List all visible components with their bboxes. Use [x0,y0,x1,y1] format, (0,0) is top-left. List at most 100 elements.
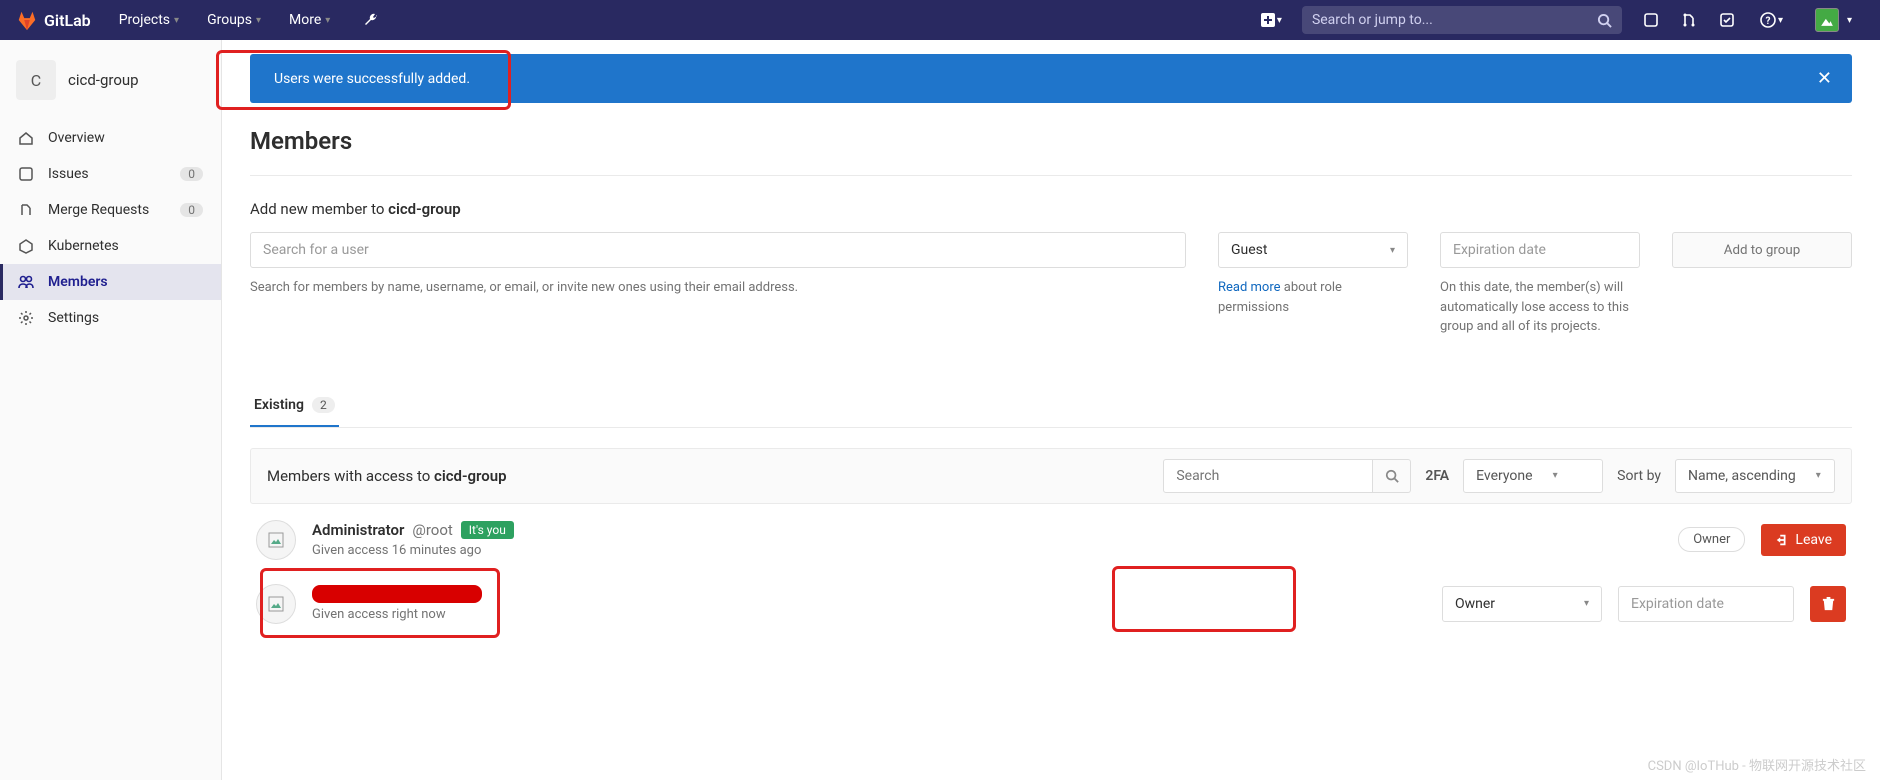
member-search-button[interactable] [1373,459,1411,493]
user-help-text: Search for members by name, username, or… [250,278,1186,298]
issues-icon [18,166,34,182]
sidebar-item-label: Settings [48,310,99,326]
wrench-icon[interactable] [354,0,388,40]
watermark: CSDN @IoTHub - 物联网开源技术社区 [1648,755,1866,774]
gitlab-logo[interactable]: GitLab [16,9,91,31]
twofa-select[interactable]: Everyone ▾ [1463,459,1603,493]
nav-groups[interactable]: Groups▾ [195,0,273,40]
member-search-input[interactable] [1163,459,1373,493]
search-input[interactable] [1312,12,1597,28]
role-select[interactable]: Guest ▾ [1218,232,1408,268]
leave-button[interactable]: Leave [1761,524,1846,556]
todos-icon[interactable] [1710,0,1744,40]
read-more-link[interactable]: Read more [1218,280,1281,295]
redacted-name [312,585,482,603]
trash-icon [1821,596,1836,611]
role-help-text: Read more about role permissions [1218,278,1408,317]
sidebar-item-label: Kubernetes [48,238,119,254]
filter-row: Members with access to cicd-group 2FA Ev… [250,448,1852,504]
help-icon: ? [1760,12,1776,28]
help-dropdown[interactable]: ? ▾ [1748,0,1795,40]
its-you-badge: It's you [461,521,514,539]
navbar-right: ▾ ? ▾ ▾ [1253,0,1864,40]
member-search [1163,459,1411,493]
leave-icon [1775,533,1789,547]
group-name: cicd-group [68,71,139,89]
member-avatar [256,520,296,560]
sortby-label: Sort by [1617,468,1661,484]
chevron-down-icon: ▾ [1584,598,1589,609]
brand-text: GitLab [44,11,91,30]
sidebar-badge: 0 [180,203,203,217]
member-row: Administrator @root It's you Given acces… [250,504,1852,576]
remove-member-button[interactable] [1810,586,1846,622]
members-icon [18,274,34,290]
member-access-time: Given access 16 minutes ago [312,543,1662,558]
merge-requests-icon[interactable] [1672,0,1706,40]
issues-icon[interactable] [1634,0,1668,40]
chevron-down-icon: ▾ [1816,470,1821,481]
member-handle: @root [412,521,452,539]
role-pill: Owner [1678,527,1745,552]
sidebar-item-overview[interactable]: Overview [0,120,221,156]
sidebar-item-kubernetes[interactable]: Kubernetes [0,228,221,264]
global-search[interactable] [1302,6,1622,34]
sidebar-item-label: Issues [48,166,89,182]
add-member-heading: Add new member to cicd-group [250,200,1852,218]
user-search-input[interactable] [250,232,1186,268]
main-content: Users were successfully added. ✕ Members… [222,40,1880,780]
chevron-down-icon: ▾ [1847,15,1852,26]
navbar-left: GitLab Projects▾ Groups▾ More▾ [16,0,388,40]
page-title: Members [250,127,1852,155]
chevron-down-icon: ▾ [174,15,179,26]
user-menu[interactable]: ▾ [1799,0,1864,40]
success-alert: Users were successfully added. ✕ [250,54,1852,103]
close-icon[interactable]: ✕ [1817,68,1832,89]
search-icon [1385,469,1399,483]
sidebar: C cicd-group Overview Issues 0 Merge Req… [0,40,222,780]
member-row: Given access right now Owner ▾ Expiratio… [250,576,1852,640]
broken-image-icon [268,596,284,612]
sidebar-item-members[interactable]: Members [0,264,221,300]
plus-icon [1261,13,1275,27]
home-icon [18,130,34,146]
add-member-row: Search for members by name, username, or… [250,232,1852,337]
gitlab-icon [16,9,38,31]
sidebar-item-issues[interactable]: Issues 0 [0,156,221,192]
add-to-group-button[interactable]: Add to group [1672,232,1852,268]
chevron-down-icon: ▾ [1390,245,1395,256]
tabs: Existing 2 [250,385,1852,428]
group-header[interactable]: C cicd-group [0,52,221,108]
top-navbar: GitLab Projects▾ Groups▾ More▾ ▾ ? ▾ ▾ [0,0,1880,40]
group-avatar: C [16,60,56,100]
gear-icon [18,310,34,326]
search-icon [1597,13,1612,28]
chevron-down-icon: ▾ [1778,15,1783,26]
plus-dropdown[interactable]: ▾ [1253,0,1290,40]
access-label: Members with access to cicd-group [267,467,507,485]
tab-existing[interactable]: Existing 2 [250,385,339,427]
merge-icon [18,202,34,218]
sortby-select[interactable]: Name, ascending ▾ [1675,459,1835,493]
broken-image-icon [268,532,284,548]
member-expiration-input[interactable]: Expiration date [1618,586,1794,622]
member-avatar [256,584,296,624]
member-access-time: Given access right now [312,607,1426,622]
kubernetes-icon [18,238,34,254]
svg-text:?: ? [1765,16,1770,27]
tab-count: 2 [312,397,335,413]
expiration-help-text: On this date, the member(s) will automat… [1440,278,1640,337]
member-info: Given access right now [312,585,1426,622]
member-name: Administrator [312,521,404,539]
alert-text: Users were successfully added. [274,71,470,87]
nav-projects[interactable]: Projects▾ [107,0,191,40]
expiration-input[interactable] [1440,232,1640,268]
sidebar-item-settings[interactable]: Settings [0,300,221,336]
chevron-down-icon: ▾ [1553,470,1558,481]
member-role-select[interactable]: Owner ▾ [1442,586,1602,622]
sidebar-item-merge-requests[interactable]: Merge Requests 0 [0,192,221,228]
sidebar-item-label: Merge Requests [48,202,149,218]
nav-more[interactable]: More▾ [277,0,342,40]
divider [250,175,1852,176]
chevron-down-icon: ▾ [256,15,261,26]
